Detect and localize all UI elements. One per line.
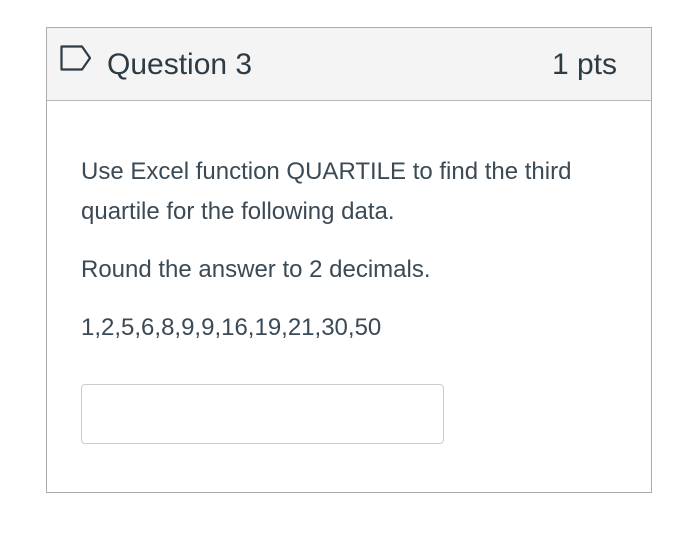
question-points: 1 pts: [551, 48, 617, 81]
flag-outline-icon[interactable]: [60, 45, 92, 71]
question-data-values: 1,2,5,6,8,9,9,16,19,21,30,50: [81, 314, 382, 341]
question-header: Question 3 1 pts: [47, 28, 651, 101]
question-instruction: Round the answer to 2 decimals.: [81, 256, 431, 283]
question-prompt: Use Excel function QUARTILE to find the …: [81, 158, 572, 225]
question-title: Question 3: [107, 48, 253, 81]
question-body: Use Excel function QUARTILE to find the …: [81, 152, 621, 348]
answer-input[interactable]: [81, 384, 444, 444]
question-card: Question 3 1 pts Use Excel function QUAR…: [46, 27, 652, 493]
